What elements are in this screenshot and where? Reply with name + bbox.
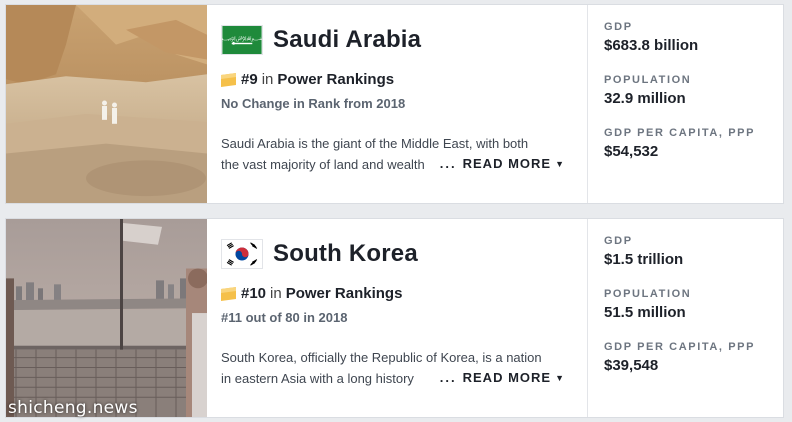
country-card-south-korea[interactable]: South Korea #10 in Power Rankings #11 ou… [5, 218, 784, 418]
stat-value: 51.5 million [604, 304, 686, 321]
stat-population: POPULATION 32.9 million [604, 74, 783, 107]
chevron-down-icon: ▼ [555, 159, 565, 169]
country-title[interactable]: Saudi Arabia [273, 26, 421, 54]
stat-value: 32.9 million [604, 90, 686, 107]
read-more-label: READ MORE [462, 156, 552, 171]
description-line-2-text: the vast majority of land and wealth [221, 157, 425, 172]
stat-gdp-per-capita: GDP PER CAPITA, PPP $54,532 [604, 127, 783, 160]
rank-in-text: in [261, 71, 274, 88]
ellipsis: ... [439, 156, 457, 171]
svg-text:﷽: ﷽ [221, 36, 263, 43]
country-photo[interactable] [6, 5, 207, 203]
description-line-1: South Korea, officially the Republic of … [221, 350, 542, 365]
stat-gdp: GDP $683.8 billion [604, 21, 783, 54]
read-more-label: READ MORE [462, 370, 552, 385]
stats-panel: GDP $1.5 trillion POPULATION 51.5 millio… [587, 219, 783, 417]
stat-label: GDP PER CAPITA, PPP [604, 127, 756, 139]
rank-row: #9 in Power Rankings [221, 71, 573, 88]
stat-label: POPULATION [604, 288, 692, 300]
rank-row: #10 in Power Rankings [221, 285, 573, 302]
card-summary: ﷽ Saudi Arabia #9 in Power Rankings No C… [207, 5, 587, 203]
title-row: South Korea [221, 233, 573, 275]
stat-label: GDP [604, 21, 633, 33]
desert-canyon-photo [6, 5, 207, 203]
stat-gdp: GDP $1.5 trillion [604, 235, 783, 268]
title-row: ﷽ Saudi Arabia [221, 19, 573, 61]
stat-value: $54,532 [604, 143, 659, 160]
read-more-button[interactable]: ... READ MORE ▼ [435, 156, 565, 171]
stat-label: GDP [604, 235, 633, 247]
stat-value: $1.5 trillion [604, 251, 684, 268]
ribbon-icon [221, 286, 236, 301]
stats-panel: GDP $683.8 billion POPULATION 32.9 milli… [587, 5, 783, 203]
stat-gdp-per-capita: GDP PER CAPITA, PPP $39,548 [604, 341, 783, 374]
city-river-photo [6, 219, 207, 417]
power-rankings-link[interactable]: Power Rankings [286, 285, 403, 302]
saudi-arabia-flag-icon: ﷽ [221, 25, 263, 55]
south-korea-flag-icon [221, 239, 263, 269]
description-line-2-text: in eastern Asia with a long history [221, 371, 414, 386]
rank-change: No Change in Rank from 2018 [221, 96, 406, 111]
country-photo[interactable] [6, 219, 207, 417]
rank-number: #9 [241, 71, 258, 88]
stat-population: POPULATION 51.5 million [604, 288, 783, 321]
read-more-button[interactable]: ... READ MORE ▼ [435, 370, 565, 385]
country-card-saudi-arabia[interactable]: ﷽ Saudi Arabia #9 in Power Rankings No C… [5, 4, 784, 204]
stat-value: $39,548 [604, 357, 659, 374]
stat-value: $683.8 billion [604, 37, 699, 54]
stat-label: POPULATION [604, 74, 692, 86]
ribbon-icon [221, 72, 236, 87]
rank-in-text: in [270, 285, 282, 302]
card-summary: South Korea #10 in Power Rankings #11 ou… [207, 219, 587, 417]
watermark: shicheng.news [8, 398, 138, 418]
ellipsis: ... [439, 370, 457, 385]
rank-number: #10 [241, 285, 267, 302]
country-title[interactable]: South Korea [273, 240, 418, 268]
description-line-1: Saudi Arabia is the giant of the Middle … [221, 136, 529, 151]
rank-change: #11 out of 80 in 2018 [221, 310, 348, 325]
chevron-down-icon: ▼ [555, 373, 565, 383]
power-rankings-link[interactable]: Power Rankings [277, 71, 394, 88]
stat-label: GDP PER CAPITA, PPP [604, 341, 756, 353]
